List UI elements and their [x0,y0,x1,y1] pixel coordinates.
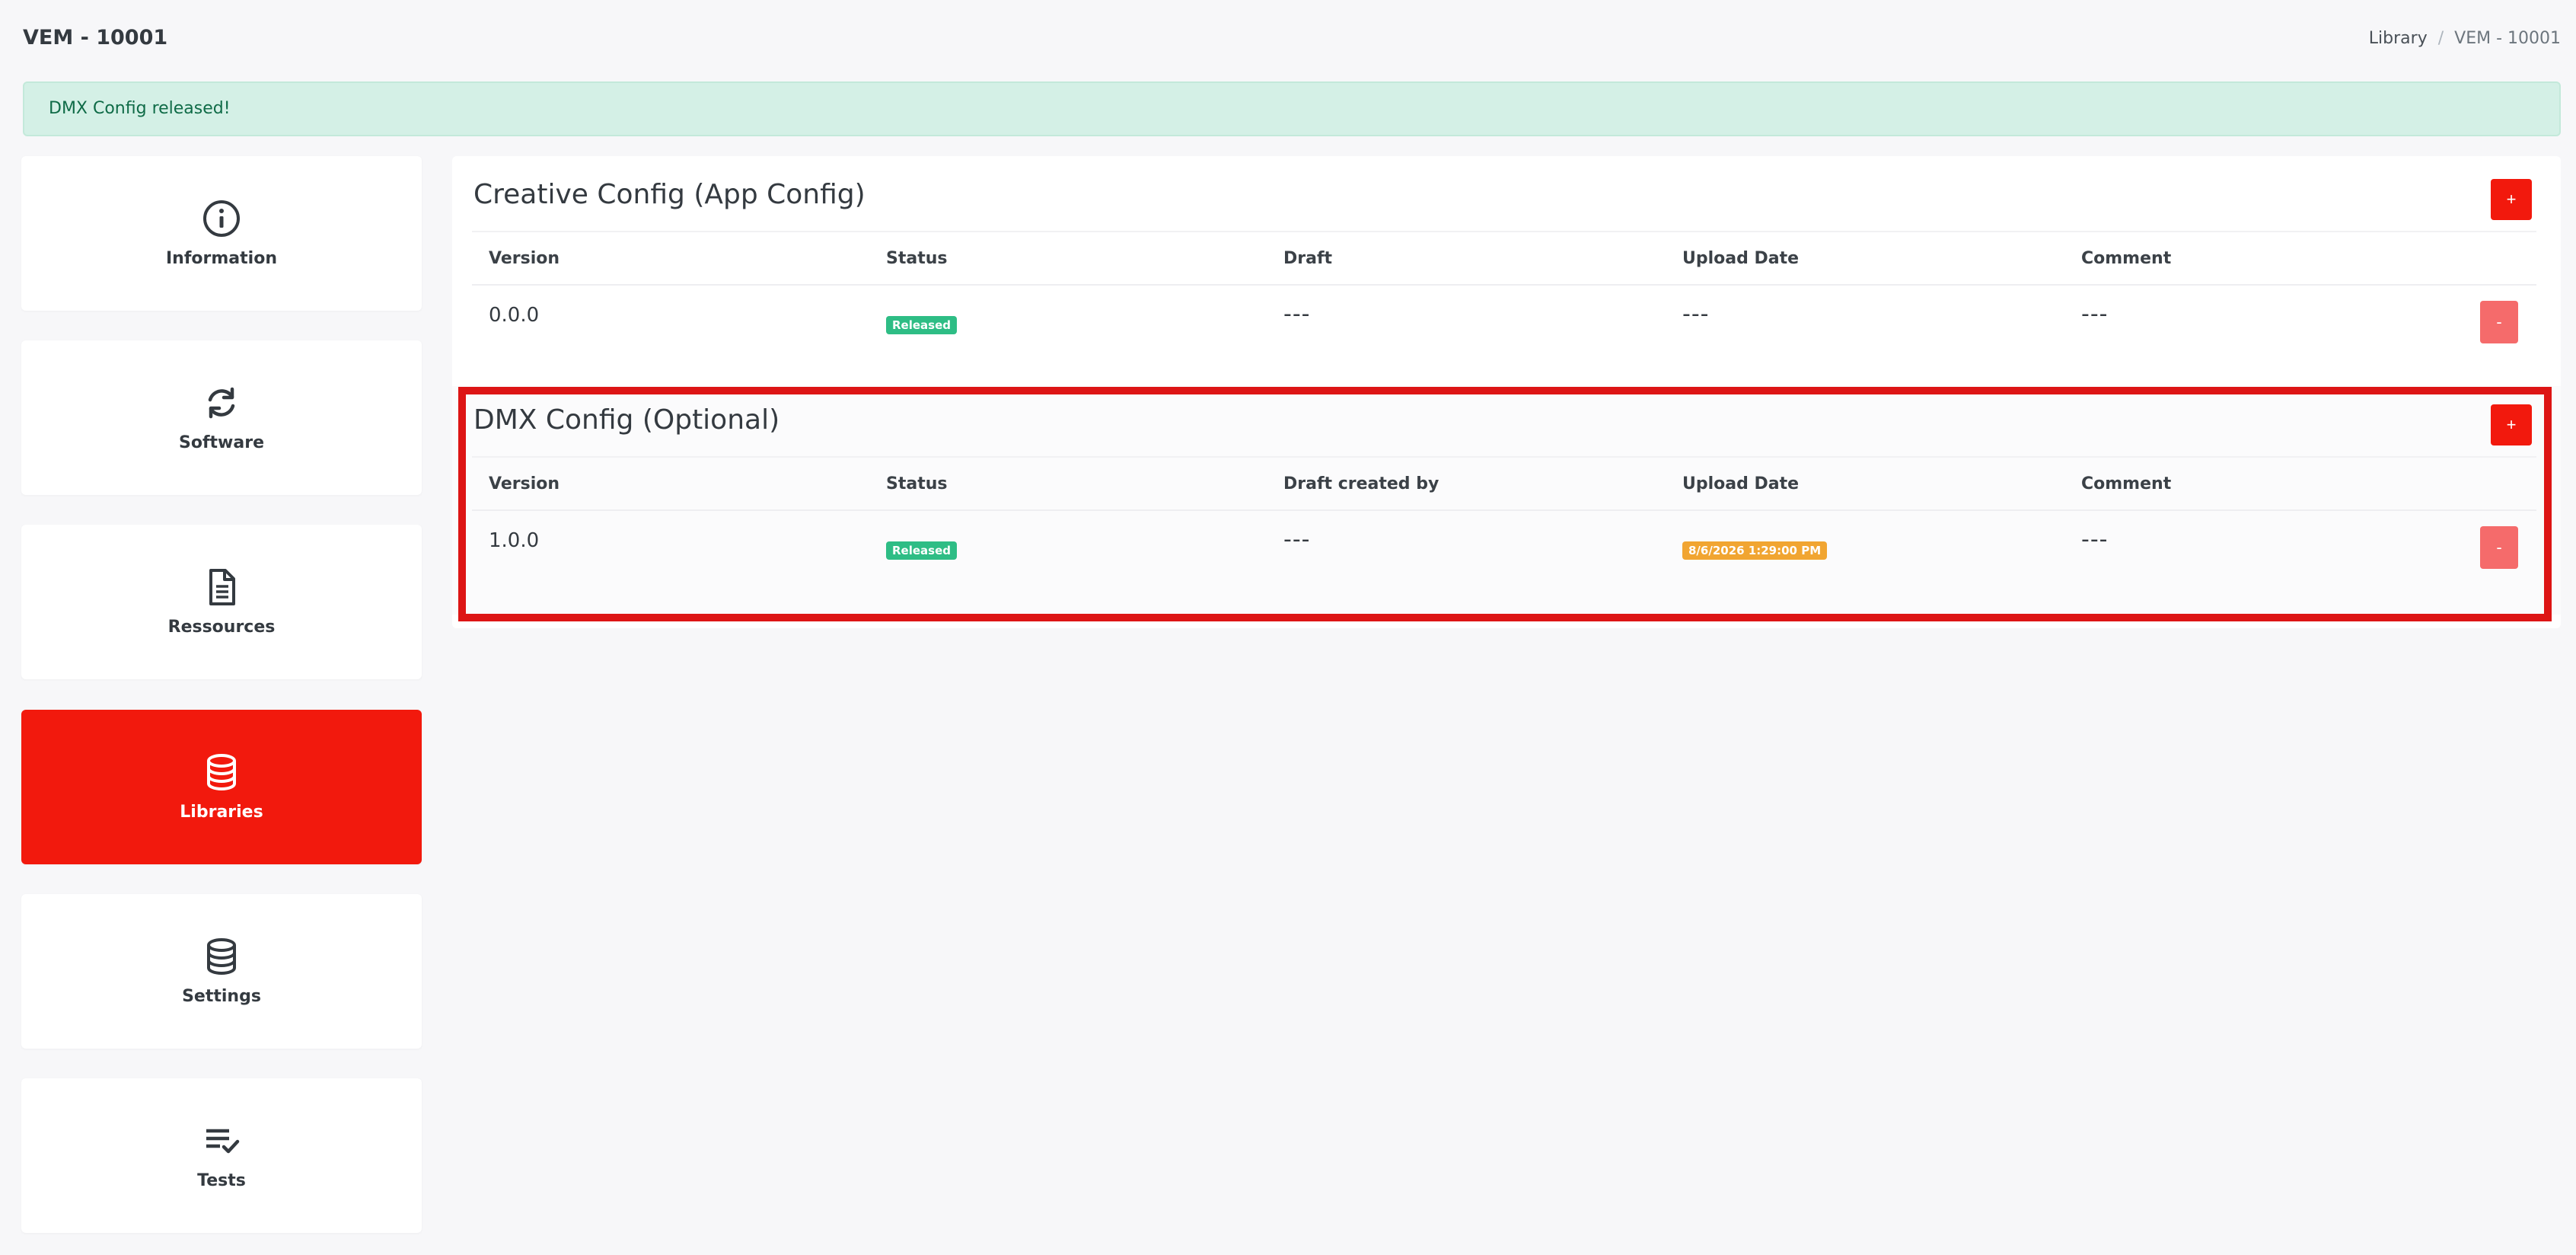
info-circle-icon [202,199,241,238]
upload-date-badge: 8/6/2026 1:29:00 PM [1682,541,1828,560]
add-creative-config-button[interactable]: + [2491,179,2532,220]
page-header: VEM - 10001 Library / VEM - 10001 [23,26,2561,53]
dmx-config-section: DMX Config (Optional) + Version Status D… [452,382,2561,610]
alert-text: DMX Config released! [49,99,231,118]
sync-icon [202,383,241,423]
column-header-version: Version [489,474,560,493]
version-cell: 1.0.0 [489,529,540,552]
file-document-icon [202,567,241,607]
creative-config-section: Creative Config (App Config) + Version S… [452,156,2561,385]
remove-creative-config-button[interactable]: - [2480,301,2518,343]
database-icon [202,937,241,976]
page-title: VEM - 10001 [23,26,168,49]
table-row: 0.0.0 Released --- --- --- - [472,286,2536,362]
column-header-upload-date: Upload Date [1682,474,1800,493]
upload-date-cell: --- [1682,301,1710,327]
comment-cell: --- [2081,301,2109,327]
sidebar-item-label: Libraries [180,803,263,822]
table-header: Version Status Draft Upload Date Comment [472,231,2536,286]
section-title: DMX Config (Optional) [473,404,780,436]
column-header-comment: Comment [2081,474,2172,493]
sidebar-item-label: Settings [182,987,261,1006]
section-title: Creative Config (App Config) [473,179,866,210]
column-header-status: Status [886,249,948,268]
column-header-draft-created-by: Draft created by [1283,474,1439,493]
sidebar-item-tests[interactable]: Tests [21,1078,422,1233]
sidebar-item-label: Tests [197,1171,246,1190]
table-row: 1.0.0 Released --- 8/6/2026 1:29:00 PM -… [472,511,2536,587]
breadcrumb-current: VEM - 10001 [2454,29,2561,48]
column-header-version: Version [489,249,560,268]
table-header: Version Status Draft created by Upload D… [472,456,2536,511]
checklist-icon [202,1121,241,1161]
sidebar-item-information[interactable]: Information [21,156,422,311]
comment-cell: --- [2081,526,2109,553]
version-cell: 0.0.0 [489,304,540,327]
dmx-config-table: Version Status Draft created by Upload D… [472,456,2536,587]
breadcrumb-library-link[interactable]: Library [2369,29,2428,48]
creative-config-table: Version Status Draft Upload Date Comment… [472,231,2536,362]
sidebar-item-label: Information [166,249,277,268]
sidebar-item-ressources[interactable]: Ressources [21,525,422,679]
status-badge: Released [886,316,957,334]
column-header-draft: Draft [1283,249,1333,268]
remove-dmx-config-button[interactable]: - [2480,526,2518,569]
draft-created-by-cell: --- [1283,526,1311,553]
sidebar-item-software[interactable]: Software [21,340,422,495]
sidebar-item-settings[interactable]: Settings [21,894,422,1049]
column-header-status: Status [886,474,948,493]
breadcrumb: Library / VEM - 10001 [2369,29,2561,48]
add-dmx-config-button[interactable]: + [2491,404,2532,445]
database-icon [202,752,241,792]
success-alert: DMX Config released! [23,81,2561,136]
status-badge: Released [886,541,957,560]
sidebar-item-label: Software [179,433,264,452]
libraries-panel: Creative Config (App Config) + Version S… [452,156,2561,628]
column-header-comment: Comment [2081,249,2172,268]
breadcrumb-separator: / [2437,29,2444,48]
column-header-upload-date: Upload Date [1682,249,1800,268]
draft-cell: --- [1283,301,1311,327]
sidebar-item-label: Ressources [167,618,276,637]
sidebar-item-libraries[interactable]: Libraries [21,710,422,864]
